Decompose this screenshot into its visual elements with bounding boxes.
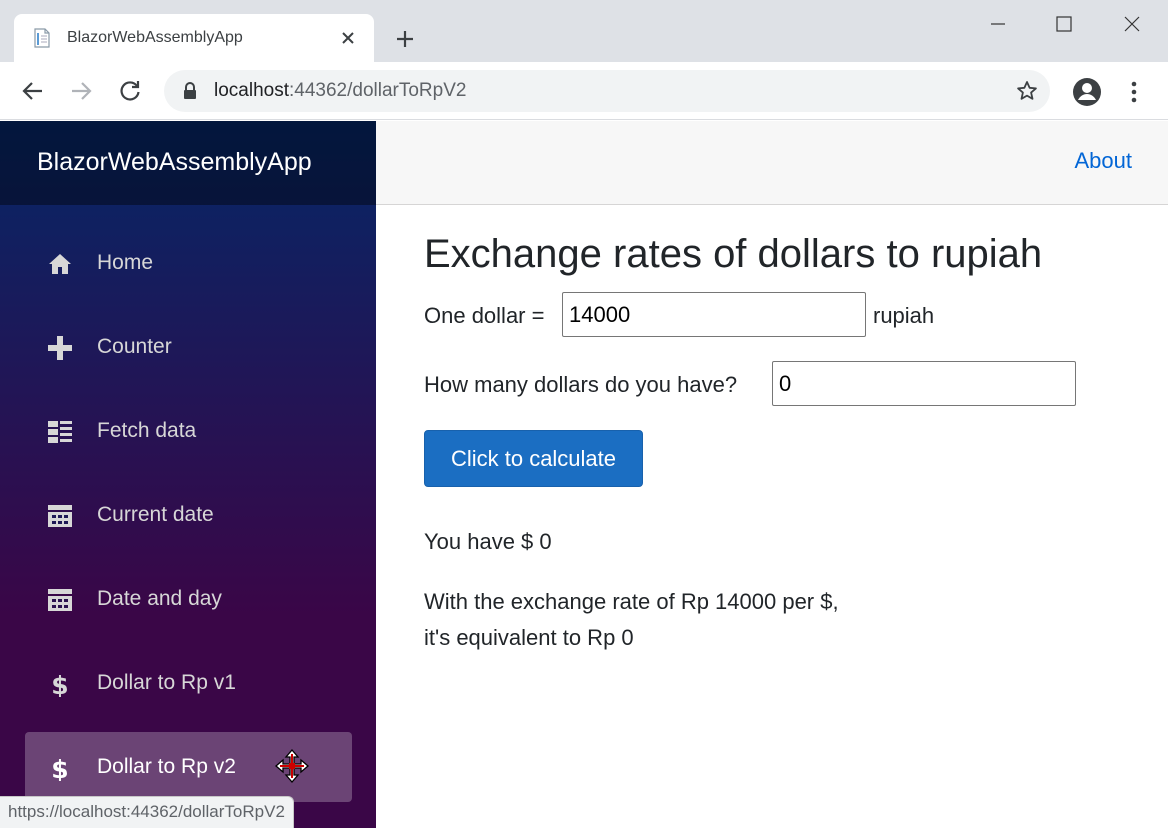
page-icon [34,28,50,48]
url-text[interactable]: localhost:44362/dollarToRpV2 [214,80,466,102]
about-link[interactable]: About [1075,148,1133,174]
sidebar-item-label: Dollar to Rp v1 [97,671,236,694]
profile-avatar-icon[interactable] [1072,77,1102,107]
calendar-icon [48,505,72,527]
plus-icon [48,336,72,360]
brand-bar: BlazorWebAssemblyApp [0,121,376,205]
address-bar[interactable]: localhost:44362/dollarToRpV2 [164,70,1050,112]
rate-text: With the exchange rate of Rp 14000 per $… [424,589,839,614]
sidebar-item-fetch-data[interactable]: Fetch data [25,396,352,466]
rupiah-label: rupiah [873,303,935,328]
top-row: About [376,121,1168,205]
sidebar-item-dollar-to-rp-v1[interactable]: $ Dollar to Rp v1 [25,648,352,718]
home-icon [49,254,71,274]
dollar-icon: $ [51,671,68,697]
forward-arrow-icon[interactable] [68,78,94,104]
page-title: Exchange rates of dollars to rupiah [424,232,1043,276]
sidebar-item-label: Current date [97,503,214,526]
url-path: :44362/dollarToRpV2 [289,80,467,101]
sidebar-item-label: Home [97,251,154,274]
sidebar-item-counter[interactable]: Counter [25,312,352,382]
sidebar-item-date-and-day[interactable]: Date and day [25,564,352,634]
sidebar-item-home[interactable]: Home [25,228,352,298]
bookmark-star-icon[interactable] [1015,79,1039,103]
kebab-menu-icon[interactable] [1124,79,1144,105]
app-brand[interactable]: BlazorWebAssemblyApp [37,148,312,177]
back-arrow-icon[interactable] [20,78,46,104]
main-content: Exchange rates of dollars to rupiah One … [424,205,1168,828]
browser-tab[interactable]: BlazorWebAssemblyApp [14,14,374,62]
dollars-input[interactable] [772,361,1076,406]
equivalent-text: it's equivalent to Rp 0 [424,625,634,650]
close-tab-icon[interactable] [337,27,359,49]
sidebar-item-label: Date and day [97,587,222,610]
minimize-icon[interactable] [974,8,1022,40]
calendar-icon [48,589,72,611]
svg-text:$: $ [51,755,68,781]
new-tab-icon[interactable] [392,26,418,52]
svg-text:$: $ [51,671,68,697]
browser-tab-bar: BlazorWebAssemblyApp [0,0,1168,62]
sidebar: BlazorWebAssemblyApp Home Counter Fetch … [0,121,376,828]
link-status-bubble: https://localhost:44362/dollarToRpV2 [0,796,294,828]
list-icon [48,421,72,443]
one-dollar-label: One dollar = [424,303,545,328]
calculate-button[interactable]: Click to calculate [424,430,643,487]
window-close-icon[interactable] [1108,8,1156,40]
sidebar-item-label: Dollar to Rp v2 [97,755,236,778]
sidebar-item-current-date[interactable]: Current date [25,480,352,550]
sidebar-item-label: Counter [97,335,172,358]
dollars-label: How many dollars do you have? [424,372,738,397]
tab-title: BlazorWebAssemblyApp [67,29,243,46]
maximize-icon[interactable] [1040,8,1088,40]
browser-toolbar: localhost:44362/dollarToRpV2 [0,62,1168,120]
exchange-rate-input[interactable] [562,292,866,337]
sidebar-item-label: Fetch data [97,419,197,442]
dollar-icon: $ [51,755,68,781]
url-host: localhost [214,80,289,101]
lock-icon[interactable] [182,82,198,100]
result-text: You have $ 0 [424,529,552,554]
move-cursor-icon [275,749,309,783]
reload-icon[interactable] [117,78,143,104]
